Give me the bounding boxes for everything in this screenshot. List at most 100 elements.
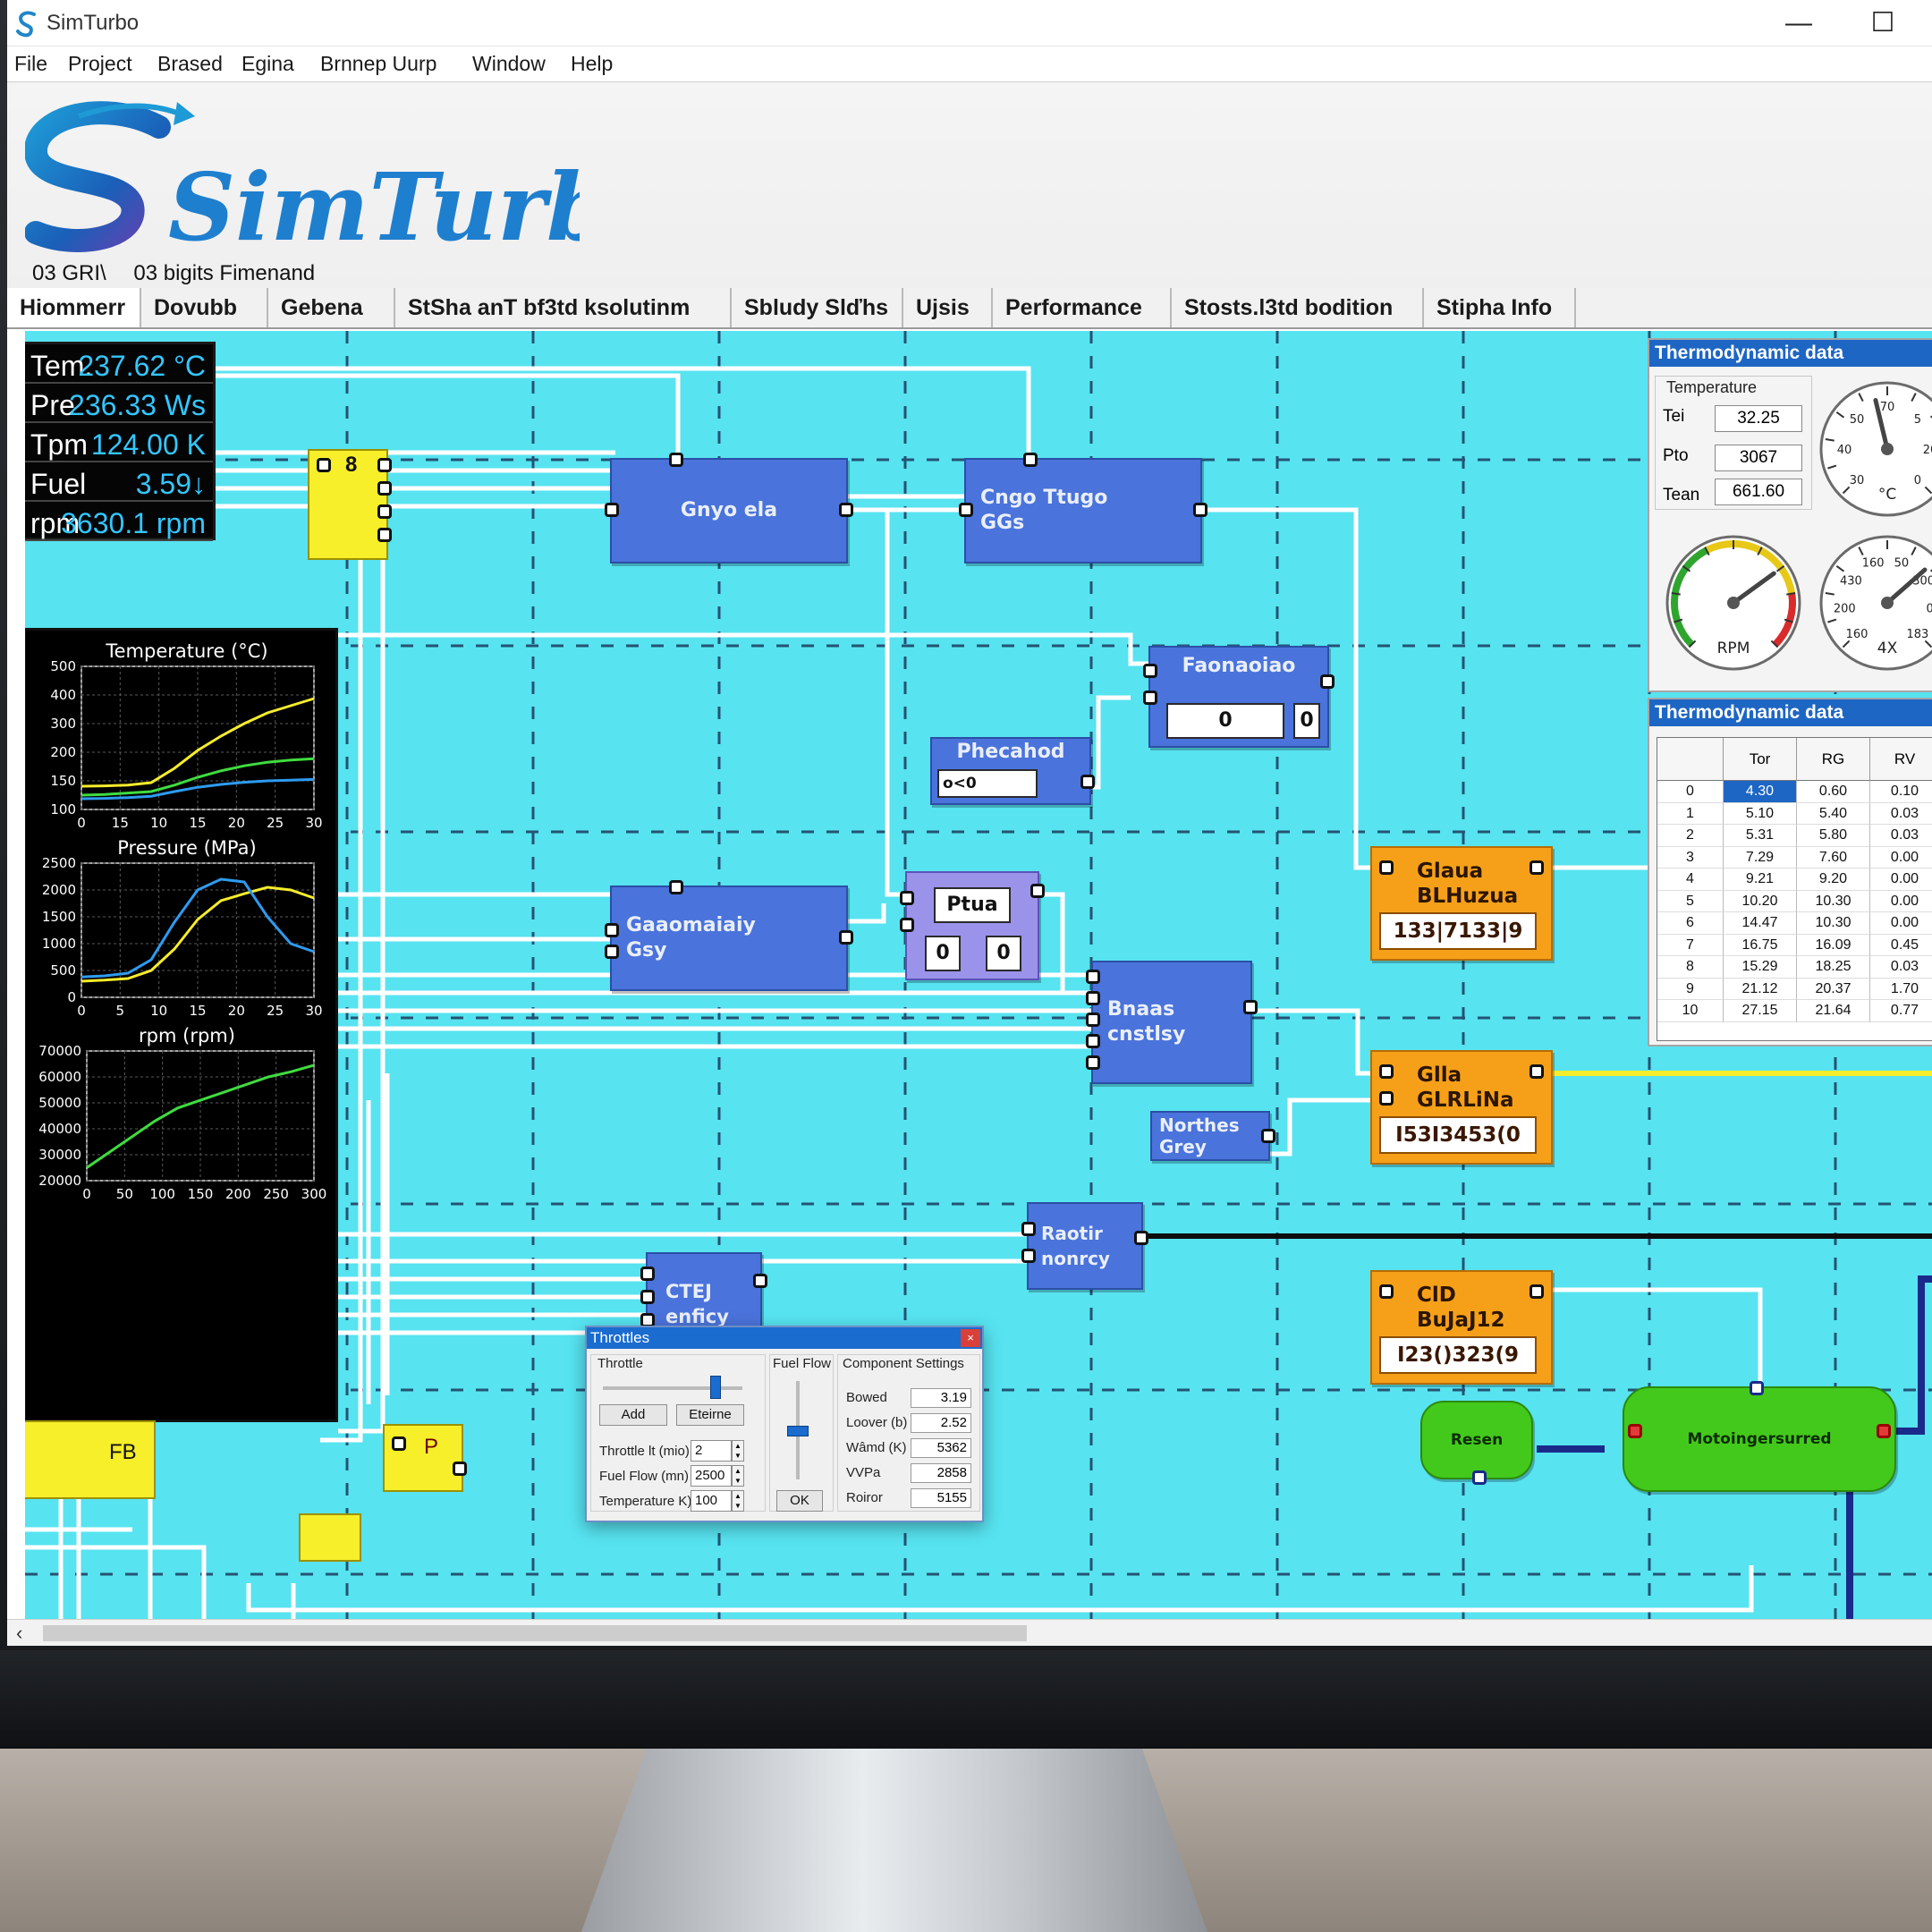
port[interactable] bbox=[1530, 1284, 1544, 1299]
add-button[interactable]: Add bbox=[599, 1404, 667, 1426]
table-row[interactable]: 2 5.31 5.80 0.03 bbox=[1657, 825, 1932, 847]
yellow-block-8[interactable]: 8 bbox=[308, 449, 392, 560]
block-value[interactable]: 133|7133|9 bbox=[1379, 912, 1537, 950]
table-row[interactable]: 0 4.30 0.60 0.10 bbox=[1657, 781, 1932, 803]
port[interactable] bbox=[839, 930, 853, 945]
port[interactable] bbox=[605, 945, 619, 959]
port[interactable] bbox=[1193, 503, 1208, 517]
table-row[interactable]: 6 14.47 10.30 0.00 bbox=[1657, 912, 1932, 935]
table-row[interactable]: 1 5.10 5.40 0.03 bbox=[1657, 802, 1932, 825]
block-northes-grey[interactable]: Northes Grey bbox=[1150, 1111, 1275, 1161]
table-row[interactable]: 8 15.29 18.25 0.03 bbox=[1657, 956, 1932, 979]
block-value[interactable]: 0 bbox=[1166, 703, 1284, 739]
port[interactable] bbox=[900, 891, 914, 905]
port[interactable] bbox=[900, 918, 914, 932]
block-value[interactable]: I23()323(9 bbox=[1379, 1336, 1537, 1374]
port[interactable] bbox=[1320, 674, 1335, 689]
dialog-close-button[interactable]: × bbox=[961, 1329, 980, 1347]
menu-project[interactable]: Project bbox=[68, 52, 132, 76]
port[interactable] bbox=[377, 504, 392, 519]
table-header-cell[interactable] bbox=[1657, 738, 1724, 781]
setting-value[interactable]: 5155 bbox=[911, 1488, 971, 1508]
block-value[interactable]: 0 bbox=[925, 936, 961, 971]
block-motoingersurred[interactable]: Motoingersurred bbox=[1623, 1381, 1896, 1492]
port[interactable] bbox=[1628, 1424, 1642, 1438]
tab-stsha[interactable]: StSha anT bf3td ksolutinm bbox=[395, 288, 732, 327]
block-value[interactable]: 0 bbox=[986, 936, 1021, 971]
port[interactable] bbox=[1379, 1091, 1394, 1106]
tab-performance[interactable]: Performance bbox=[993, 288, 1172, 327]
port[interactable] bbox=[1261, 1129, 1275, 1143]
minimize-button[interactable]: — bbox=[1778, 7, 1819, 39]
port[interactable] bbox=[1021, 1222, 1036, 1236]
throttle-spinner[interactable]: ▲ ▼ bbox=[732, 1440, 744, 1462]
port[interactable] bbox=[1379, 1064, 1394, 1079]
port[interactable] bbox=[392, 1436, 406, 1451]
port[interactable] bbox=[605, 503, 619, 517]
table-row[interactable]: 4 9.21 9.20 0.00 bbox=[1657, 869, 1932, 891]
port[interactable] bbox=[669, 453, 683, 467]
port[interactable] bbox=[1379, 860, 1394, 875]
block-raotir-nonrcy[interactable]: Raotir nonrcy bbox=[1021, 1202, 1148, 1290]
port[interactable] bbox=[669, 880, 683, 894]
block-phecahod[interactable]: Phecahod o<0 bbox=[930, 737, 1095, 805]
block-cngo-ttugo[interactable]: Cngo Ttugo GGs bbox=[959, 453, 1208, 564]
temperature-spinner[interactable]: ▲ ▼ bbox=[732, 1490, 744, 1512]
port[interactable] bbox=[1023, 453, 1038, 467]
table-header-cell[interactable]: RG bbox=[1797, 738, 1870, 781]
menu-window[interactable]: Window bbox=[472, 52, 546, 76]
yellow-block-fb[interactable]: FB bbox=[25, 1420, 156, 1499]
table-row[interactable]: 9 21.12 20.37 1.70 bbox=[1657, 978, 1932, 1000]
menu-brnnep-uurp[interactable]: Brnnep Uurp bbox=[320, 52, 436, 76]
port[interactable] bbox=[377, 528, 392, 542]
menu-file[interactable]: File bbox=[14, 52, 47, 76]
port[interactable] bbox=[839, 503, 853, 517]
port[interactable] bbox=[1143, 691, 1157, 705]
port[interactable] bbox=[377, 481, 392, 496]
port[interactable] bbox=[1086, 1055, 1100, 1070]
tab-sbludy[interactable]: Sbludy Slďhs bbox=[732, 288, 903, 327]
fuel-flow-spinner[interactable]: ▲ ▼ bbox=[732, 1465, 744, 1487]
horizontal-scrollbar[interactable]: ‹ bbox=[7, 1619, 1932, 1646]
port[interactable] bbox=[1030, 884, 1045, 898]
port[interactable] bbox=[640, 1267, 655, 1281]
block-value[interactable]: 0 bbox=[1293, 703, 1320, 739]
port[interactable] bbox=[1021, 1249, 1036, 1263]
port[interactable] bbox=[1080, 775, 1095, 789]
setting-value[interactable]: 3.19 bbox=[911, 1388, 971, 1408]
port[interactable] bbox=[753, 1274, 767, 1288]
menu-egina[interactable]: Egina bbox=[242, 52, 294, 76]
port[interactable] bbox=[1530, 860, 1544, 875]
tab-gebena[interactable]: Gebena bbox=[268, 288, 395, 327]
block-resen[interactable]: Resen bbox=[1420, 1401, 1533, 1485]
port[interactable] bbox=[1877, 1424, 1891, 1438]
port[interactable] bbox=[1086, 1013, 1100, 1027]
port[interactable] bbox=[1086, 991, 1100, 1005]
model-canvas[interactable]: Tem. 237.62 °C Pre 236.33 Ws Tpm 124.00 K F… bbox=[25, 331, 1932, 1619]
port[interactable] bbox=[959, 503, 973, 517]
port[interactable] bbox=[377, 458, 392, 472]
table-header-cell[interactable]: Tor bbox=[1724, 738, 1797, 781]
port[interactable] bbox=[1379, 1284, 1394, 1299]
fuel-flow-input[interactable]: 2500 bbox=[691, 1465, 732, 1487]
block-gnyo-ela[interactable]: Gnyo ela bbox=[605, 453, 853, 564]
ok-button[interactable]: OK bbox=[776, 1490, 823, 1512]
table-row[interactable]: 3 7.29 7.60 0.00 bbox=[1657, 846, 1932, 869]
tab-stipha-info[interactable]: Stipha Info bbox=[1424, 288, 1576, 327]
block-glaua[interactable]: Glaua BLHuzua 133|7133|9 bbox=[1370, 846, 1553, 961]
yellow-block-p[interactable]: P bbox=[383, 1424, 467, 1492]
port[interactable] bbox=[1143, 664, 1157, 678]
block-faonaoiao[interactable]: Faonaoiao 0 0 bbox=[1143, 646, 1335, 748]
temperature-input[interactable]: 100 bbox=[691, 1490, 732, 1512]
throttle-slider-thumb[interactable] bbox=[710, 1376, 721, 1399]
maximize-button[interactable]: ☐ bbox=[1862, 7, 1903, 39]
port[interactable] bbox=[453, 1462, 467, 1476]
table-row[interactable]: 7 16.75 16.09 0.45 bbox=[1657, 934, 1932, 956]
table-row[interactable]: 5 10.20 10.30 0.00 bbox=[1657, 890, 1932, 912]
setting-value[interactable]: 2858 bbox=[911, 1463, 971, 1483]
throttle-input[interactable]: 2 bbox=[691, 1440, 732, 1462]
table-header-cell[interactable]: RV bbox=[1870, 738, 1932, 781]
scroll-thumb[interactable] bbox=[43, 1625, 1027, 1641]
yellow-block-small[interactable] bbox=[299, 1513, 361, 1562]
scroll-left-icon[interactable]: ‹ bbox=[16, 1622, 22, 1645]
